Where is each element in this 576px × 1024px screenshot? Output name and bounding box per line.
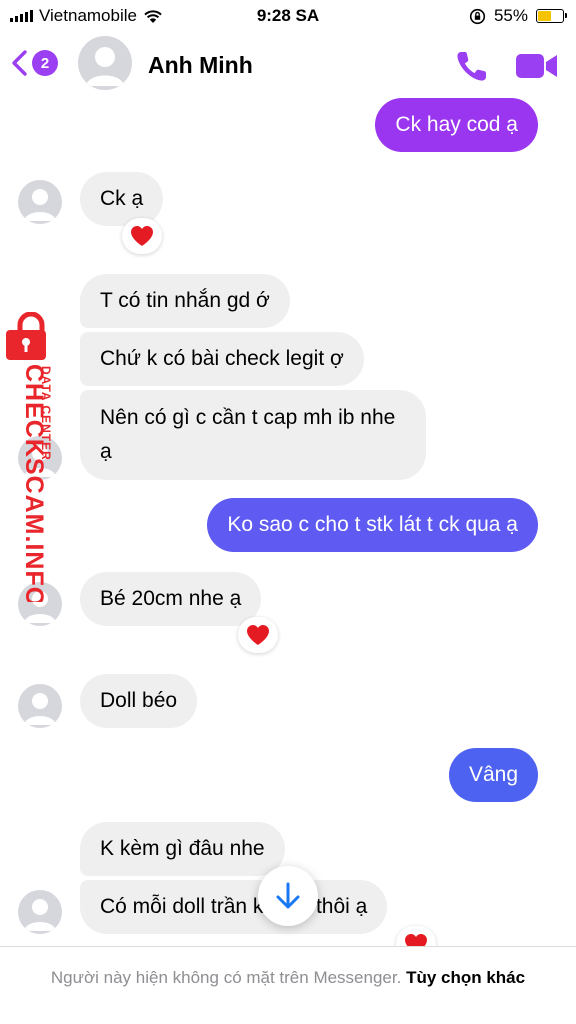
video-call-button[interactable] (514, 48, 560, 84)
status-bar: Vietnamobile 9:28 SA 55% (0, 0, 576, 32)
user-silhouette-icon (24, 189, 56, 221)
message-bubble-incoming[interactable]: Có mỗi doll trần không thôi ạ (80, 880, 388, 934)
message-bubble-outgoing[interactable]: Vâng (448, 748, 538, 802)
user-silhouette-icon (24, 899, 56, 931)
more-options-link[interactable]: Tùy chọn khác (406, 968, 525, 987)
padlock-icon (6, 312, 46, 360)
call-button[interactable] (452, 46, 492, 86)
contact-name[interactable]: Anh Minh (148, 52, 253, 79)
phone-icon (457, 52, 486, 81)
arrow-down-icon (276, 882, 300, 909)
sender-avatar[interactable] (18, 684, 62, 728)
user-silhouette-icon (86, 47, 124, 86)
contact-avatar[interactable] (78, 36, 132, 90)
user-silhouette-icon (24, 693, 56, 725)
rotation-lock-icon (469, 8, 486, 24)
message-bubble-incoming[interactable]: T có tin nhắn gd ớ (80, 274, 290, 328)
checkscam-watermark: CHECKSCAM.INFO DATA CENTER (2, 312, 62, 602)
chevron-left-icon (12, 50, 27, 76)
watermark-text: CHECKSCAM.INFO DATA CENTER (20, 364, 53, 602)
sender-avatar[interactable] (18, 180, 62, 224)
heart-icon (247, 625, 269, 645)
heart-icon (131, 226, 153, 246)
message-bubble-incoming[interactable]: Ck ạ (80, 172, 164, 226)
scroll-to-bottom-button[interactable] (258, 866, 318, 926)
offline-notice-text: Người này hiện không có mặt trên Messeng… (50, 968, 402, 987)
back-button[interactable]: 2 (10, 49, 58, 77)
message-bubble-incoming[interactable]: Chứ k có bài check legit ợ (80, 332, 364, 386)
message-bubble-incoming[interactable]: Nên có gì c cần t cap mh ib nhe ạ (80, 390, 426, 480)
svg-text:DATA CENTER: DATA CENTER (39, 366, 53, 461)
video-camera-icon (516, 54, 557, 78)
heart-reaction[interactable] (238, 617, 278, 653)
conversation-header: 2 Anh Minh (0, 32, 576, 98)
battery-percent: 55% (493, 6, 528, 25)
heart-reaction[interactable] (122, 218, 162, 254)
message-bubble-incoming[interactable]: Doll béo (80, 674, 198, 728)
message-bubble-outgoing[interactable]: Ck hay cod ạ (375, 98, 538, 152)
battery-icon (536, 9, 567, 23)
sender-avatar[interactable] (18, 890, 62, 934)
message-bubble-incoming[interactable]: K kèm gì đâu nhe (80, 822, 285, 876)
presence-notice: Người này hiện không có mặt trên Messeng… (0, 946, 576, 1024)
unread-badge: 2 (32, 50, 58, 76)
message-bubble-outgoing[interactable]: Ko sao c cho t stk lát t ck qua ạ (207, 498, 538, 552)
message-bubble-incoming[interactable]: Bé 20cm nhe ạ (80, 572, 262, 626)
